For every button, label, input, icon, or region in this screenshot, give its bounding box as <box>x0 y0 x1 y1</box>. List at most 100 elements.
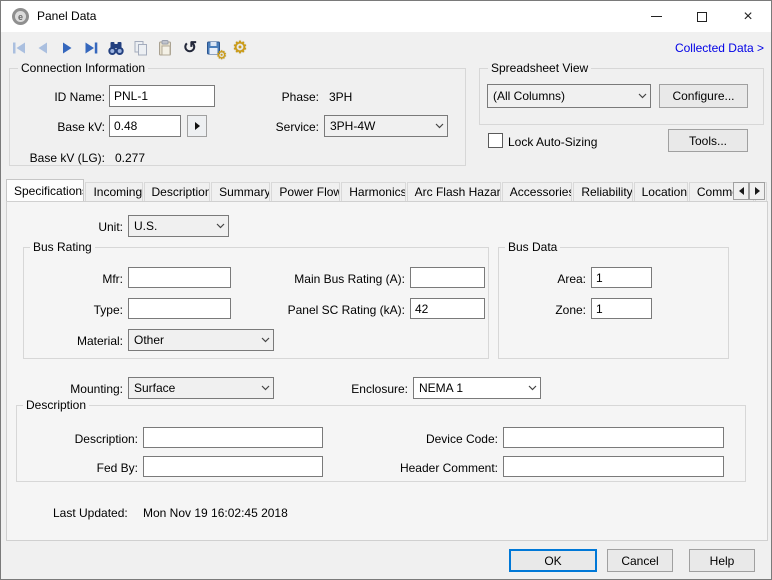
main-bus-rating-label: Main Bus Rating (A): <box>271 272 405 286</box>
id-name-input[interactable] <box>109 85 215 107</box>
tab-arc-flash-hazard[interactable]: Arc Flash Hazard <box>407 182 501 201</box>
last-updated-label: Last Updated: <box>53 506 128 520</box>
app-logo-icon: e <box>12 8 29 25</box>
zone-input[interactable] <box>591 298 652 319</box>
left-arrow-icon <box>739 187 744 195</box>
cancel-button[interactable]: Cancel <box>607 549 673 572</box>
copy-icon[interactable] <box>131 38 151 58</box>
description-group-label: Description <box>23 398 89 412</box>
id-name-label: ID Name: <box>17 90 105 104</box>
unit-label: Unit: <box>61 220 123 234</box>
chevron-down-icon <box>212 223 228 229</box>
configure-button[interactable]: Configure... <box>659 84 748 108</box>
next-record-icon[interactable] <box>57 38 77 58</box>
device-code-label: Device Code: <box>401 432 498 446</box>
first-record-icon[interactable] <box>9 38 29 58</box>
tab-specifications[interactable]: Specifications <box>6 179 84 201</box>
type-label: Type: <box>35 303 123 317</box>
zone-label: Zone: <box>528 303 586 317</box>
maximize-icon <box>697 12 707 22</box>
tab-scroller <box>733 182 765 200</box>
header-comment-input[interactable] <box>503 456 724 477</box>
lock-autosizing-label: Lock Auto-Sizing <box>508 135 597 149</box>
base-kv-label: Base kV: <box>17 120 105 134</box>
find-icon[interactable] <box>105 38 127 58</box>
tab-harmonics[interactable]: Harmonics <box>341 182 405 201</box>
last-updated-value: Mon Nov 19 16:02:45 2018 <box>143 506 288 520</box>
panel-sc-rating-input[interactable] <box>410 298 485 319</box>
tab-strip: Specifications Incoming Description Summ… <box>6 180 768 201</box>
last-record-icon[interactable] <box>81 38 101 58</box>
service-label: Service: <box>271 120 319 134</box>
close-button[interactable]: × <box>725 1 771 32</box>
enclosure-select[interactable]: NEMA 1 <box>413 377 541 399</box>
area-input[interactable] <box>591 267 652 288</box>
description-input[interactable] <box>143 427 323 448</box>
tab-accessories[interactable]: Accessories <box>502 182 573 201</box>
base-kv-lg-value: 0.277 <box>115 151 145 165</box>
mfr-input[interactable] <box>128 267 231 288</box>
material-label: Material: <box>35 334 123 348</box>
minimize-button[interactable] <box>633 1 679 32</box>
chevron-down-icon <box>257 385 273 391</box>
lock-autosizing-checkbox[interactable] <box>488 133 503 148</box>
columns-select[interactable]: (All Columns) <box>487 84 651 108</box>
close-icon: × <box>743 9 752 25</box>
chevron-down-icon <box>431 123 447 129</box>
base-kv-input[interactable] <box>109 115 181 137</box>
tools-button[interactable]: Tools... <box>668 129 748 152</box>
description-label: Description: <box>61 432 138 446</box>
header-comment-label: Header Comment: <box>391 461 498 475</box>
fed-by-input[interactable] <box>143 456 323 477</box>
tab-description[interactable]: Description <box>144 182 211 201</box>
toolbar: ↺ ⚙ ⚙ Collected Data > <box>1 32 771 63</box>
bus-data-label: Bus Data <box>505 240 560 254</box>
chevron-down-icon <box>524 385 540 391</box>
type-input[interactable] <box>128 298 231 319</box>
tab-scroll-left-button[interactable] <box>733 182 749 200</box>
mfr-label: Mfr: <box>35 272 123 286</box>
service-select[interactable]: 3PH-4W <box>324 115 448 137</box>
minimize-icon <box>651 16 662 17</box>
unit-select[interactable]: U.S. <box>128 215 229 237</box>
base-kv-lg-label: Base kV (LG): <box>7 151 105 165</box>
tab-power-flow[interactable]: Power Flow <box>271 182 340 201</box>
previous-record-icon[interactable] <box>33 38 53 58</box>
spreadsheet-view-label: Spreadsheet View <box>488 61 591 75</box>
phase-value: 3PH <box>329 90 352 104</box>
enclosure-label: Enclosure: <box>341 382 408 396</box>
tab-incoming[interactable]: Incoming <box>85 182 142 201</box>
base-kv-expand-button[interactable] <box>187 115 207 137</box>
options-gear-icon[interactable]: ⚙ <box>230 38 250 58</box>
collected-data-link[interactable]: Collected Data > <box>675 41 764 55</box>
tab-summary[interactable]: Summary <box>211 182 270 201</box>
help-button[interactable]: Help <box>689 549 755 572</box>
gear-badge-icon: ⚙ <box>216 48 227 62</box>
device-code-input[interactable] <box>503 427 724 448</box>
tab-reliability[interactable]: Reliability <box>573 182 632 201</box>
chevron-down-icon <box>634 93 650 99</box>
chevron-down-icon <box>257 337 273 343</box>
mounting-label: Mounting: <box>51 382 123 396</box>
right-triangle-icon <box>195 122 200 130</box>
right-arrow-icon <box>755 187 760 195</box>
mounting-select[interactable]: Surface <box>128 377 274 399</box>
main-bus-rating-input[interactable] <box>410 267 485 288</box>
fed-by-label: Fed By: <box>61 461 138 475</box>
save-settings-icon[interactable]: ⚙ <box>204 38 224 58</box>
area-label: Area: <box>528 272 586 286</box>
bus-rating-label: Bus Rating <box>30 240 95 254</box>
tab-location[interactable]: Location <box>634 182 688 201</box>
maximize-button[interactable] <box>679 1 725 32</box>
title-bar: e Panel Data × <box>1 1 771 32</box>
paste-icon[interactable] <box>155 38 175 58</box>
connection-information-label: Connection Information <box>18 61 148 75</box>
tab-scroll-right-button[interactable] <box>749 182 765 200</box>
phase-label: Phase: <box>271 90 319 104</box>
refresh-icon[interactable]: ↺ <box>180 38 200 58</box>
panel-data-window: e Panel Data × ↺ ⚙ ⚙ <box>0 0 772 580</box>
window-title: Panel Data <box>37 9 96 23</box>
ok-button[interactable]: OK <box>509 549 597 572</box>
material-select[interactable]: Other <box>128 329 274 351</box>
panel-sc-rating-label: Panel SC Rating (kA): <box>265 303 405 317</box>
